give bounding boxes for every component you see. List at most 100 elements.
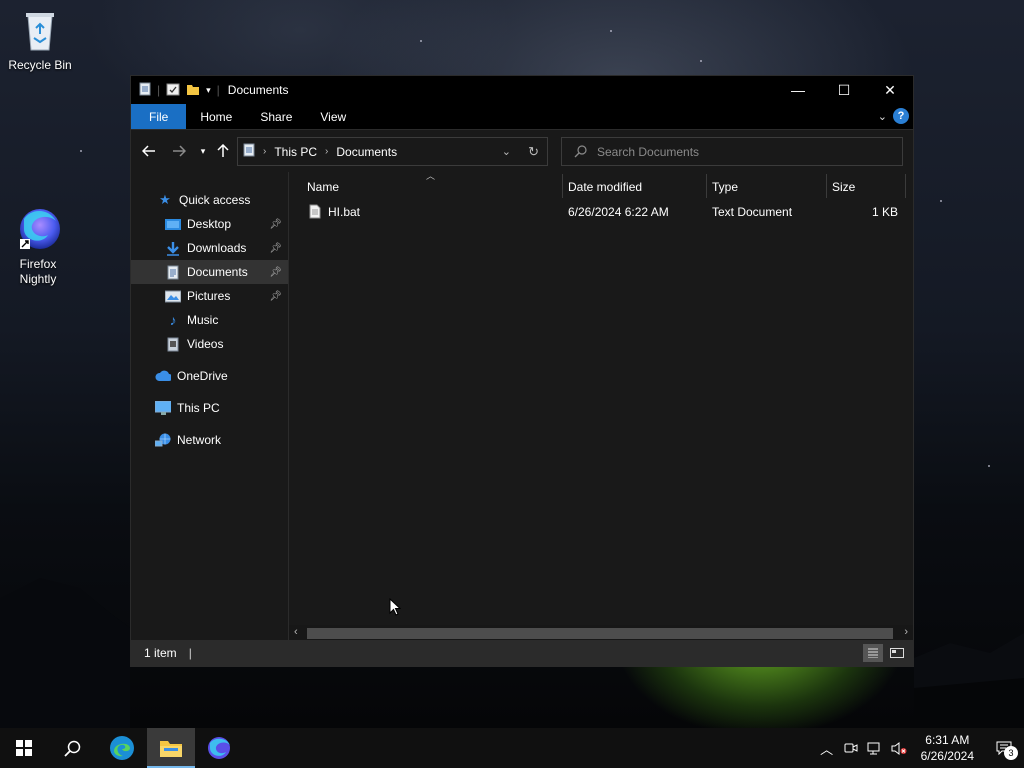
column-header-size[interactable]: Size xyxy=(832,176,902,198)
tab-view[interactable]: View xyxy=(306,104,360,129)
taskbar-edge-button[interactable] xyxy=(98,728,146,768)
taskbar-file-explorer-button[interactable] xyxy=(147,728,195,768)
sidebar-item-music[interactable]: ♪ Music xyxy=(131,308,288,332)
column-header-date-modified[interactable]: Date modified xyxy=(568,176,703,198)
breadcrumb-this-pc[interactable]: This PC xyxy=(274,145,317,159)
sidebar-item-label: Downloads xyxy=(187,241,247,255)
column-divider[interactable] xyxy=(826,174,827,198)
pin-icon[interactable]: 📌︎ xyxy=(269,291,282,302)
tab-file[interactable]: File xyxy=(131,104,187,129)
action-center-button[interactable]: 3 xyxy=(984,728,1024,768)
content-area: ★ Quick access Desktop 📌︎ Downloads 📌︎ D… xyxy=(131,171,913,642)
network-status-button[interactable] xyxy=(863,728,887,768)
window-title: Documents xyxy=(227,83,289,97)
title-bar[interactable]: | ▾ | Documents — ☐ ✕ xyxy=(131,76,913,104)
taskbar: ︿ 6:31 AM 6/26/2024 3 xyxy=(0,728,1024,768)
column-divider[interactable] xyxy=(905,174,906,198)
quick-access-toolbar: | ▾ | xyxy=(131,82,220,99)
column-divider[interactable] xyxy=(706,174,707,198)
large-icons-view-icon xyxy=(890,648,904,658)
minimize-button[interactable]: — xyxy=(775,76,821,104)
new-folder-icon[interactable] xyxy=(186,82,200,99)
back-button[interactable] xyxy=(137,139,161,163)
desktop-folder-icon xyxy=(165,216,181,232)
firefox-nightly-icon xyxy=(208,737,230,759)
text-file-icon xyxy=(309,204,321,222)
file-explorer-window: | ▾ | Documents — ☐ ✕ File Home Share Vi… xyxy=(130,75,914,667)
ribbon-tabs: File Home Share View ⌄ ? xyxy=(131,104,913,130)
arrow-left-icon xyxy=(142,145,155,157)
breadcrumb-separator: › xyxy=(325,146,329,157)
column-header-label: Size xyxy=(832,180,856,194)
scrollbar-thumb[interactable] xyxy=(307,628,893,639)
forward-button[interactable] xyxy=(167,139,191,163)
sidebar-item-desktop[interactable]: Desktop 📌︎ xyxy=(131,212,288,236)
search-button[interactable] xyxy=(48,728,96,768)
properties-icon[interactable] xyxy=(166,82,180,99)
taskbar-firefox-nightly-button[interactable] xyxy=(195,728,243,768)
start-button[interactable] xyxy=(0,728,48,768)
scroll-left-icon[interactable]: ‹ xyxy=(294,626,298,638)
star xyxy=(420,40,422,42)
volume-button[interactable] xyxy=(887,728,911,768)
clock-time: 6:31 AM xyxy=(925,733,970,747)
clock[interactable]: 6:31 AM 6/26/2024 xyxy=(911,732,984,764)
toolbar-divider: | xyxy=(157,83,161,97)
address-bar[interactable]: › This PC › Documents ⌄ ↻ xyxy=(237,137,548,166)
arrow-up-icon xyxy=(217,144,229,157)
search-box[interactable]: Search Documents xyxy=(561,137,903,166)
column-header-name[interactable]: Name xyxy=(307,176,557,198)
cloud-icon xyxy=(155,368,171,384)
pin-icon[interactable]: 📌︎ xyxy=(269,243,282,254)
status-divider: | xyxy=(188,646,192,660)
help-button[interactable]: ? xyxy=(893,108,909,124)
sidebar-item-videos[interactable]: Videos xyxy=(131,332,288,356)
close-button[interactable]: ✕ xyxy=(867,76,913,104)
sidebar-item-this-pc[interactable]: This PC xyxy=(131,396,288,420)
sidebar-item-label: OneDrive xyxy=(177,369,228,383)
meet-now-button[interactable] xyxy=(839,728,863,768)
clock-date: 6/26/2024 xyxy=(920,749,974,763)
breadcrumb-documents[interactable]: Documents xyxy=(336,145,397,159)
status-bar: 1 item | xyxy=(131,640,913,666)
refresh-icon[interactable]: ↻ xyxy=(528,144,539,160)
address-dropdown-icon[interactable]: ⌄ xyxy=(502,145,511,158)
expand-ribbon-icon[interactable]: ⌄ xyxy=(878,110,887,123)
column-divider[interactable] xyxy=(562,174,563,198)
tab-home[interactable]: Home xyxy=(186,104,246,129)
breadcrumb-separator: › xyxy=(263,146,267,157)
table-row[interactable]: HI.bat 6/26/2024 6:22 AM Text Document 1… xyxy=(289,201,913,223)
column-header-label: Date modified xyxy=(568,180,643,194)
desktop-icon-recycle-bin[interactable]: Recycle Bin xyxy=(2,6,78,73)
network-globe-icon xyxy=(155,432,171,448)
sidebar-item-quick-access[interactable]: ★ Quick access xyxy=(131,188,288,212)
large-icons-view-button[interactable] xyxy=(887,644,907,662)
chevron-down-icon: ▾ xyxy=(200,145,206,156)
documents-location-icon xyxy=(243,143,255,160)
column-header-label: Name xyxy=(307,180,340,194)
tab-share[interactable]: Share xyxy=(246,104,306,129)
sidebar-item-documents[interactable]: Documents 📌︎ xyxy=(131,260,288,284)
column-header-type[interactable]: Type xyxy=(712,176,822,198)
sidebar-item-label: Network xyxy=(177,433,222,447)
star-icon: ★ xyxy=(159,192,171,207)
document-icon[interactable] xyxy=(139,82,151,99)
desktop-icon-firefox-nightly[interactable]: Firefox Nightly xyxy=(0,205,76,287)
sidebar-item-downloads[interactable]: Downloads 📌︎ xyxy=(131,236,288,260)
customize-toolbar-icon[interactable]: ▾ xyxy=(206,85,211,96)
pin-icon[interactable]: 📌︎ xyxy=(269,219,282,230)
maximize-button[interactable]: ☐ xyxy=(821,76,867,104)
details-view-button[interactable] xyxy=(863,644,883,662)
scroll-right-icon[interactable]: › xyxy=(904,626,908,638)
up-button[interactable] xyxy=(211,139,235,163)
sidebar-item-onedrive[interactable]: OneDrive xyxy=(131,364,288,388)
windows-logo-icon xyxy=(16,740,32,756)
star xyxy=(80,150,82,152)
recycle-bin-icon xyxy=(16,6,64,54)
sidebar-item-pictures[interactable]: Pictures 📌︎ xyxy=(131,284,288,308)
show-hidden-icons-button[interactable]: ︿ xyxy=(815,728,839,768)
sidebar-item-label: Quick access xyxy=(179,193,251,207)
pin-icon[interactable]: 📌︎ xyxy=(269,267,282,278)
sidebar-item-network[interactable]: Network xyxy=(131,428,288,452)
monitor-icon xyxy=(155,400,171,416)
